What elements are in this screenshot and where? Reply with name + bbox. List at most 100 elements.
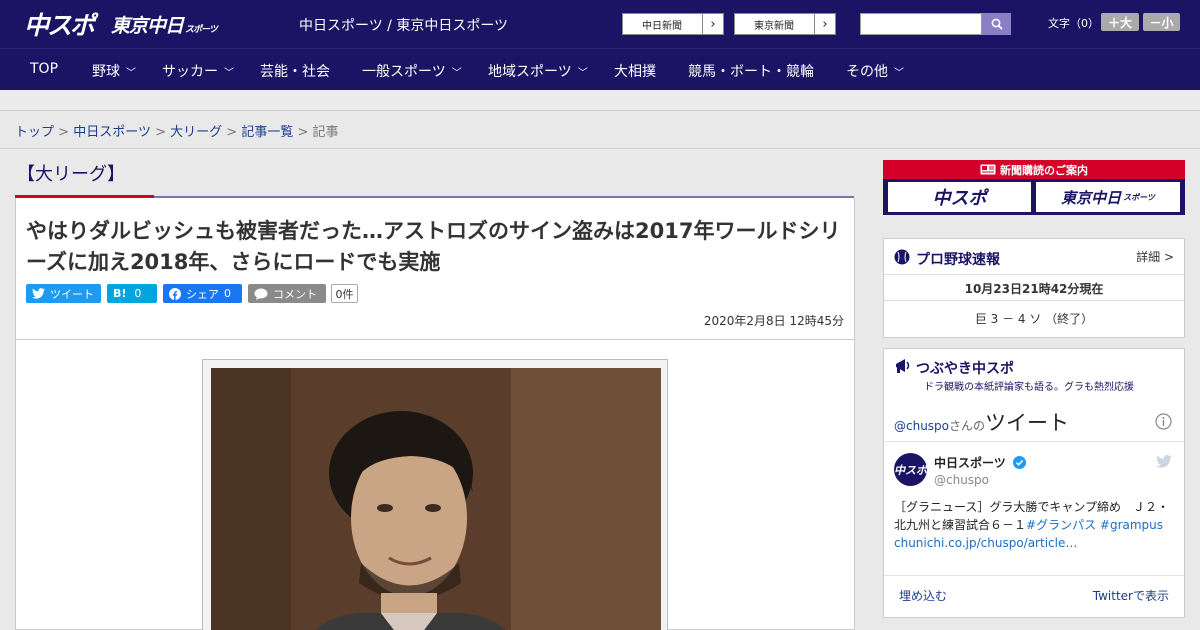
site-links[interactable]: 中日スポーツ / 東京中日スポーツ — [299, 15, 508, 35]
chunichi-shimbun-link[interactable]: 中日新聞 › — [622, 13, 724, 35]
facebook-icon — [169, 287, 181, 300]
twitter-feed-handle[interactable]: @chuspo — [894, 419, 949, 433]
text-size-decrease-button[interactable]: －小 — [1143, 13, 1180, 31]
tweet-item[interactable]: 中スポ 中日スポーツ @chuspo ［グラニュース］グラ大勝でキャンプ締め Ｊ… — [884, 442, 1184, 572]
tweet-button[interactable]: ツイート — [26, 284, 101, 303]
nav-top[interactable]: TOP — [30, 61, 58, 77]
chuspo-logo[interactable]: 中スポ — [24, 6, 95, 42]
nav-others-label: その他 — [846, 64, 888, 80]
nav-soccer[interactable]: サッカー ﹀ — [162, 61, 234, 81]
baseball-update-time: 10月23日21時42分現在 — [964, 282, 1104, 296]
subscribe-chuspo-logo[interactable]: 中スポ — [888, 182, 1031, 212]
breadcrumb-article-list[interactable]: 記事一覧 — [241, 125, 293, 140]
embed-link[interactable]: 埋め込む — [899, 587, 947, 604]
chevron-down-icon: ﹀ — [126, 68, 136, 79]
tweet-account-name-text: 中日スポーツ — [934, 456, 1006, 470]
baseball-score[interactable]: 巨 3 － 4 ソ （終了） — [884, 310, 1184, 327]
breadcrumb-current: 記事 — [312, 125, 339, 140]
hatena-bookmark-button[interactable]: B! 0 — [107, 284, 157, 303]
view-on-twitter-link[interactable]: Twitterで表示 — [1093, 587, 1169, 604]
breadcrumb-divider — [0, 148, 1200, 149]
tokyo-shimbun-link[interactable]: 東京新聞 › — [734, 13, 836, 35]
player-portrait-illustration — [211, 368, 661, 630]
verified-badge-icon — [1012, 456, 1026, 469]
chunichi-shimbun-label: 中日新聞 — [642, 20, 682, 32]
search-icon — [991, 18, 1003, 30]
nav-racing[interactable]: 競馬・ボート・競輪 — [688, 61, 814, 81]
baseball-detail-link[interactable]: 詳細 > — [1136, 248, 1174, 265]
nav-regional-sports-label: 地域スポーツ — [488, 64, 572, 80]
top-bar: 中スポ 東京中日 スポーツ 中日スポーツ / 東京中日スポーツ 中日新聞 › 東京… — [0, 0, 1200, 48]
comment-count[interactable]: 0件 — [331, 284, 358, 303]
tokyo-chunichi-logo[interactable]: 東京中日 スポーツ — [111, 11, 218, 38]
nav-general-sports-label: 一般スポーツ — [362, 64, 446, 80]
hatena-count: 0 — [134, 287, 142, 300]
facebook-share-button[interactable]: シェア 0 — [163, 284, 242, 303]
facebook-share-label: シェア — [186, 287, 219, 301]
nav-top-label: TOP — [30, 61, 59, 77]
nav-entertainment-label: 芸能・社会 — [260, 64, 330, 80]
twitter-feed-label: ツイート — [985, 411, 1070, 435]
text-size-increase-button[interactable]: ＋大 — [1101, 13, 1139, 31]
search-input[interactable] — [860, 13, 982, 35]
nav-sumo-label: 大相撲 — [614, 64, 656, 80]
nav-racing-label: 競馬・ボート・競輪 — [688, 64, 814, 80]
nav-entertainment[interactable]: 芸能・社会 — [260, 61, 330, 81]
subscribe-tokyo-chunichi-text: 東京中日 — [1061, 188, 1122, 207]
search-button[interactable] — [982, 13, 1011, 35]
comment-label: コメント — [273, 287, 317, 301]
nav-baseball-label: 野球 — [92, 64, 120, 80]
article-divider — [16, 339, 854, 340]
info-icon[interactable] — [1155, 413, 1172, 430]
nav-general-sports[interactable]: 一般スポーツ ﹀ — [362, 61, 462, 81]
tokyo-chunichi-logo-text: 東京中日 — [111, 15, 184, 37]
nav-soccer-label: サッカー — [162, 64, 218, 80]
tweet-label: ツイート — [50, 287, 94, 301]
text-size-label: 文字（0） — [1048, 17, 1099, 30]
chevron-down-icon: ﹀ — [894, 68, 904, 79]
baseball-divider — [884, 300, 1184, 301]
twitter-widget-subtitle: ドラ観戦の本紙評論家も語る。グラも熱烈応援 — [924, 382, 1134, 393]
subscribe-tokyo-chunichi-logo[interactable]: 東京中日 スポーツ — [1036, 182, 1180, 212]
twitter-divider — [884, 575, 1184, 576]
breadcrumb-mlb[interactable]: 大リーグ — [170, 125, 222, 140]
ad-band — [0, 90, 1200, 111]
chevron-down-icon: ﹀ — [224, 68, 234, 79]
twitter-feed-handle-suffix: さんの — [949, 419, 986, 433]
breadcrumb-top[interactable]: トップ — [15, 125, 54, 140]
tweet-account-handle[interactable]: @chuspo — [934, 473, 989, 487]
subscription-banner[interactable]: 新聞購読のご案内 中スポ 東京中日 スポーツ — [883, 160, 1185, 215]
comment-button[interactable]: コメント — [248, 284, 326, 303]
tweet-text: ［グラニュース］グラ大勝でキャンプ締め Ｊ２・北九州と練習試合６－１#グランパス… — [894, 498, 1174, 552]
twitter-widget-title: つぶやき中スポ — [916, 361, 1014, 377]
tokyo-chunichi-logo-sub: スポーツ — [185, 25, 218, 35]
speech-bubble-icon — [254, 288, 268, 300]
article-headline: やはりダルビッシュも被害者だった…アストロズのサイン盗みは2017年ワールドシリ… — [26, 219, 841, 274]
facebook-share-count: 0 — [224, 287, 231, 300]
baseball-divider — [884, 274, 1184, 275]
article-photo[interactable] — [211, 368, 661, 630]
twitter-widget: つぶやき中スポ ドラ観戦の本紙評論家も語る。グラも熱烈応援 @chuspoさんの… — [883, 348, 1185, 618]
tweet-hashtag[interactable]: #グランパス — [1026, 518, 1096, 532]
nav-baseball[interactable]: 野球 ﹀ — [92, 61, 136, 81]
chevron-down-icon: ﹀ — [451, 68, 462, 79]
breadcrumb-chunichi-sports[interactable]: 中日スポーツ — [73, 125, 151, 140]
article-category: 【大リーグ】 — [17, 164, 125, 185]
breadcrumb: トップ > 中日スポーツ > 大リーグ > 記事一覧 > 記事 — [15, 121, 339, 140]
breadcrumb-separator: > — [58, 125, 70, 140]
tweet-link[interactable]: chunichi.co.jp/chuspo/article… — [894, 536, 1077, 550]
twitter-bird-icon[interactable] — [1156, 455, 1172, 468]
chevron-right-icon: › — [702, 14, 723, 34]
newspaper-icon — [980, 164, 996, 175]
breadcrumb-separator: > — [297, 125, 309, 140]
tweet-hashtag[interactable]: #grampus — [1100, 518, 1163, 532]
nav-sumo[interactable]: 大相撲 — [614, 61, 656, 81]
main-nav: TOP 野球 ﹀ サッカー ﹀ 芸能・社会 一般スポーツ ﹀ 地域スポーツ ﹀ 大相撲 … — [0, 48, 1200, 90]
nav-regional-sports[interactable]: 地域スポーツ ﹀ — [488, 61, 588, 81]
tweet-account-name[interactable]: 中日スポーツ — [934, 454, 1026, 471]
baseball-score-widget: プロ野球速報 詳細 > 10月23日21時42分現在 巨 3 － 4 ソ （終了… — [883, 238, 1185, 338]
avatar[interactable]: 中スポ — [894, 453, 927, 486]
twitter-feed-heading: @chuspoさんのツイート — [894, 407, 1069, 437]
nav-others[interactable]: その他 ﹀ — [846, 61, 904, 81]
article-date: 2020年2月8日 12時45分 — [703, 314, 844, 328]
